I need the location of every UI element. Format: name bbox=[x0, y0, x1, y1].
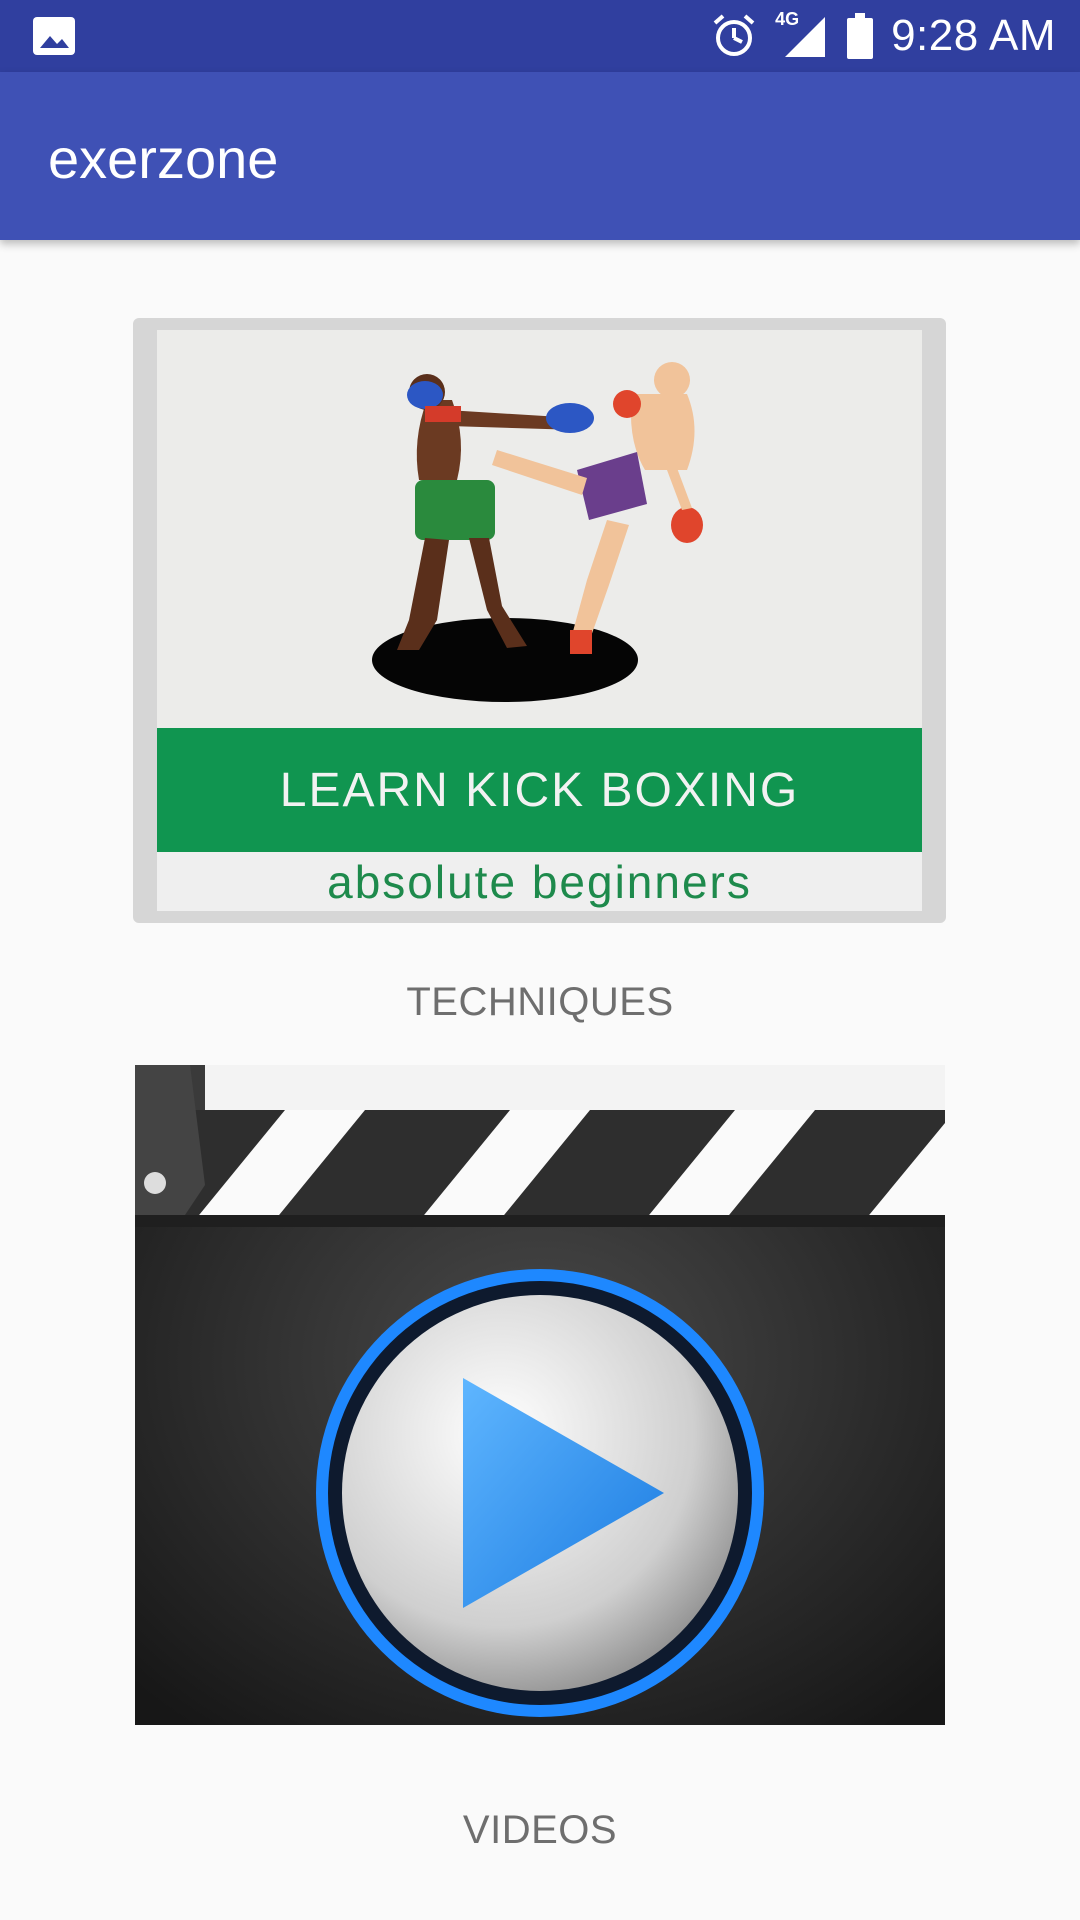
kickboxers-illustration bbox=[157, 330, 922, 728]
banner-title: LEARN KICK BOXING bbox=[279, 763, 800, 817]
status-bar: 4G 9:28 AM bbox=[0, 0, 1080, 72]
techniques-label[interactable]: TECHNIQUES bbox=[0, 980, 1080, 1025]
techniques-card[interactable]: LEARN KICK BOXING absolute beginners bbox=[133, 318, 946, 923]
video-clapper-play-icon bbox=[135, 1065, 945, 1725]
banner-subtitle: absolute beginners bbox=[327, 855, 752, 908]
signal-icon: 4G bbox=[775, 9, 829, 59]
battery-icon bbox=[847, 13, 874, 59]
status-time: 9:28 AM bbox=[891, 11, 1056, 60]
image-notification-icon bbox=[33, 17, 75, 55]
app-title: exerzone bbox=[48, 127, 279, 190]
techniques-image: LEARN KICK BOXING absolute beginners bbox=[157, 330, 922, 911]
app-bar: exerzone bbox=[0, 72, 1080, 240]
techniques-banner: LEARN KICK BOXING bbox=[157, 728, 922, 852]
alarm-icon bbox=[713, 14, 755, 56]
status-icons: 4G 9:28 AM bbox=[711, 0, 1056, 72]
videos-label[interactable]: VIDEOS bbox=[0, 1808, 1080, 1853]
videos-card[interactable] bbox=[135, 1065, 945, 1725]
